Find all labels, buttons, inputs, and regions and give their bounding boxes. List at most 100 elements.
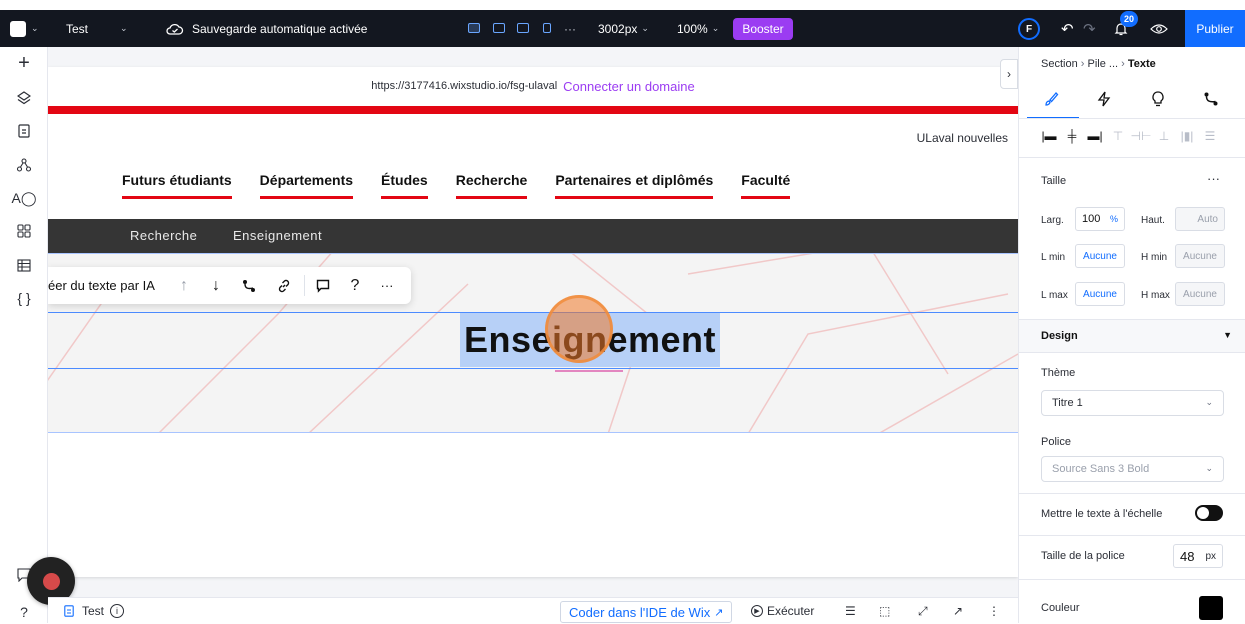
move-down-icon[interactable]: ↓ [205, 267, 227, 304]
apps-grid-icon[interactable] [12, 220, 36, 242]
animation-icon[interactable] [238, 267, 260, 304]
subnav-item-recherche[interactable]: Recherche [130, 228, 197, 243]
help-button[interactable]: ? [344, 267, 366, 304]
more-vertical-icon[interactable]: ⋮ [988, 598, 1000, 624]
nav-item-recherche[interactable]: Recherche [455, 172, 528, 199]
external-link-icon: ↗ [714, 606, 724, 619]
site-url-bar: https://3177416.wixstudio.io/fsg-ulaval … [48, 67, 1018, 105]
layers-icon[interactable] [12, 87, 36, 109]
theme-select[interactable]: Titre 1 ⌄ [1041, 390, 1224, 416]
booster-button[interactable]: Booster [733, 18, 793, 40]
select-element-icon[interactable]: ⬚ [879, 598, 890, 624]
design-brush-icon[interactable] [1039, 87, 1063, 111]
sub-navigation: Recherche Enseignement [48, 219, 1018, 253]
nav-item-etudes[interactable]: Études [381, 172, 428, 199]
collapse-panel-chevron-icon[interactable]: › [1000, 59, 1018, 89]
align-left-icon[interactable]: |▬ [1040, 127, 1058, 145]
distribute-h-icon[interactable]: |▮| [1178, 127, 1196, 145]
align-bottom-icon[interactable]: ⊥ [1155, 127, 1173, 145]
site-name-menu[interactable]: Test ⌄ [66, 10, 128, 47]
interactions-bolt-icon[interactable] [1092, 87, 1116, 111]
font-select[interactable]: Source Sans 3 Bold ⌄ [1041, 456, 1224, 482]
nav-item-departements[interactable]: Départements [259, 172, 354, 199]
height-label: Haut. [1141, 215, 1165, 226]
info-icon[interactable]: i [110, 604, 125, 618]
undo-icon[interactable]: ↶ [1061, 10, 1074, 47]
chevron-down-icon: ⌄ [1205, 463, 1213, 473]
open-external-icon[interactable]: ↗ [953, 598, 963, 624]
distribute-v-icon[interactable]: ☰ [1201, 127, 1219, 145]
publish-button[interactable]: Publier [1185, 10, 1245, 47]
ai-bulb-icon[interactable] [1146, 87, 1170, 111]
max-height-field[interactable]: Aucune [1175, 282, 1225, 306]
design-section-header[interactable]: Design ▼ [1019, 319, 1245, 353]
wix-logo-button[interactable]: ⌄ [10, 10, 39, 47]
width-unit[interactable]: % [1110, 214, 1118, 224]
more-breakpoints-button[interactable]: ··· [564, 10, 576, 47]
crumb-section[interactable]: Section [1041, 58, 1078, 70]
code-in-ide-button[interactable]: Coder dans l'IDE de Wix ↗ [560, 601, 733, 623]
ulaval-news-link[interactable]: ULaval nouvelles [917, 131, 1008, 145]
comment-icon[interactable] [312, 267, 334, 304]
connect-domain-link[interactable]: Connecter un domaine [563, 79, 695, 94]
nav-item-partenaires[interactable]: Partenaires et diplômés [555, 172, 714, 199]
align-right-icon[interactable]: ▬| [1086, 127, 1104, 145]
page-icon [64, 605, 74, 617]
tablet-breakpoint-icon[interactable] [517, 23, 529, 33]
expand-icon[interactable]: ⤢ [918, 598, 928, 624]
min-width-field[interactable]: Aucune [1075, 244, 1125, 268]
move-up-icon[interactable]: ↑ [173, 267, 195, 304]
font-size-field[interactable]: 48 px [1173, 544, 1223, 568]
width-selector[interactable]: 3002px ⌄ [598, 10, 649, 47]
width-field[interactable]: 100 % [1075, 207, 1125, 231]
selected-text-box[interactable]: Enseignement [48, 295, 1018, 372]
add-elements-icon[interactable]: + [12, 52, 36, 74]
max-width-label: L max [1041, 290, 1068, 301]
subnav-item-enseignement[interactable]: Enseignement [233, 228, 322, 243]
size-more-button[interactable]: ··· [1207, 171, 1220, 186]
page-preview: https://3177416.wixstudio.io/fsg-ulaval … [48, 67, 1018, 577]
indent-icon[interactable]: ☰ [845, 598, 856, 624]
record-dot-icon [42, 572, 60, 590]
more-options-button[interactable]: ··· [376, 267, 398, 304]
align-middle-v-icon[interactable]: ⊣⊢ [1131, 127, 1152, 145]
link-icon[interactable] [273, 267, 295, 304]
text-color-swatch[interactable] [1199, 596, 1223, 620]
click-cursor-indicator [545, 295, 613, 363]
table-cms-icon[interactable] [12, 254, 36, 276]
chevron-down-icon: ⌄ [1205, 397, 1213, 407]
animation-tab-icon[interactable] [1199, 87, 1223, 111]
font-size-unit: px [1205, 550, 1216, 562]
run-button[interactable]: ▶ Exécuter [751, 598, 814, 624]
desktop-breakpoint-icon[interactable] [468, 23, 480, 33]
min-height-field[interactable]: Aucune [1175, 244, 1225, 268]
ai-text-button[interactable]: éer du texte par IA [48, 267, 155, 304]
pages-icon[interactable] [12, 120, 36, 142]
zoom-selector[interactable]: 100% ⌄ [677, 10, 719, 47]
mobile-breakpoint-icon[interactable] [543, 23, 551, 33]
code-braces-icon[interactable]: { } [12, 287, 36, 309]
nav-item-faculte[interactable]: Faculté [741, 172, 791, 199]
typography-icon[interactable]: A◯ [12, 187, 37, 209]
inspector-panel: Section › Pile ... › Texte |▬ ╪ ▬| ⊤ ⊣⊢ … [1018, 47, 1245, 623]
align-top-icon[interactable]: ⊤ [1109, 127, 1127, 145]
max-width-field[interactable]: Aucune [1075, 282, 1125, 306]
autosave-status[interactable]: Sauvegarde automatique activée [166, 10, 367, 47]
help-icon[interactable]: ? [0, 600, 48, 623]
font-size-value: 48 [1180, 548, 1195, 564]
chevron-down-icon: ⌄ [31, 23, 39, 33]
page-selector[interactable]: Test i [64, 598, 125, 624]
height-field[interactable]: Auto [1175, 207, 1225, 231]
scale-text-toggle[interactable] [1195, 505, 1223, 521]
width-value: 100 [1082, 213, 1101, 225]
user-avatar[interactable]: F [1018, 18, 1040, 40]
align-center-h-icon[interactable]: ╪ [1063, 127, 1081, 145]
play-icon: ▶ [751, 605, 763, 617]
redo-icon[interactable]: ↷ [1083, 10, 1096, 47]
site-structure-icon[interactable] [12, 154, 36, 176]
nav-item-futurs-etudiants[interactable]: Futurs étudiants [122, 172, 232, 199]
crumb-pile[interactable]: Pile ... [1088, 58, 1119, 70]
laptop-breakpoint-icon[interactable] [493, 23, 505, 33]
preview-eye-icon[interactable] [1150, 10, 1168, 47]
font-size-label: Taille de la police [1041, 550, 1125, 562]
